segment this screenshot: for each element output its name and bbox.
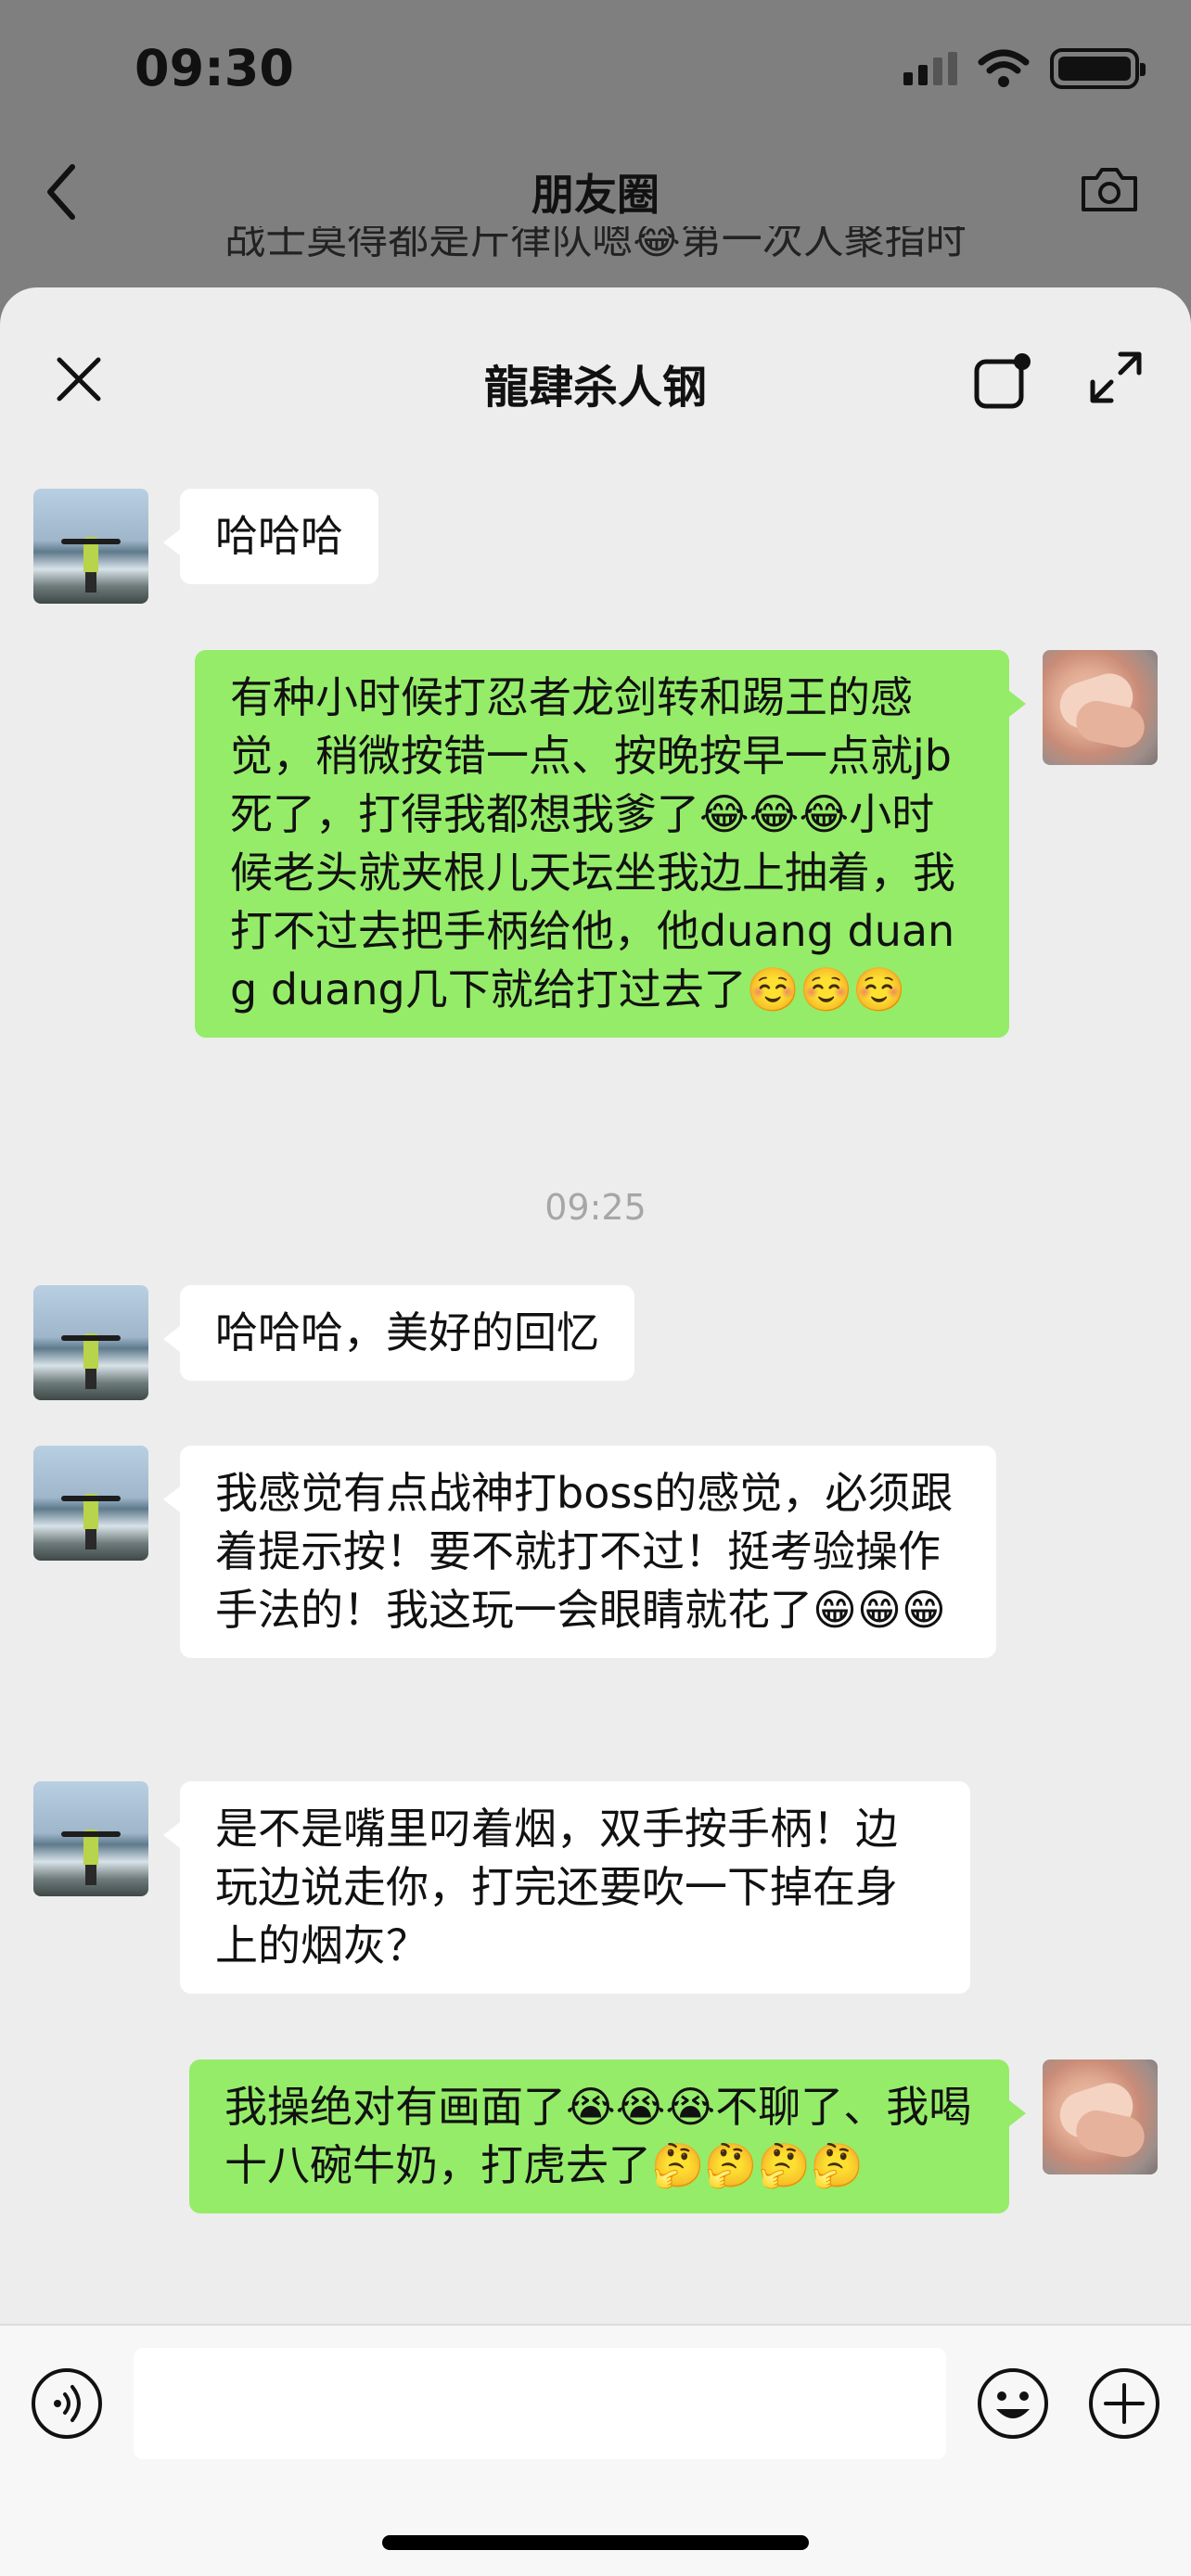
chat-sheet: 龍肆杀人钢 [0, 287, 1191, 2576]
message-bubble-incoming[interactable]: 哈哈哈，美好的回忆 [163, 1285, 634, 1381]
message-bubble-incoming[interactable]: 是不是嘴里叼着烟，双手按手柄！边玩边说走你，打完还要吹一下掉在身上的烟灰？ [163, 1781, 970, 1994]
voice-icon[interactable] [30, 2366, 104, 2441]
message-timestamp: 09:25 [544, 1187, 647, 1228]
home-indicator [382, 2535, 809, 2550]
friend-avatar[interactable] [33, 1781, 148, 1896]
expand-icon[interactable] [1087, 349, 1145, 406]
my-avatar[interactable] [1043, 650, 1158, 765]
status-icons [903, 48, 1146, 89]
message-bubble-outgoing[interactable]: 我操绝对有画面了😭😭😭不聊了、我喝十八碗牛奶，打虎去了🤔🤔🤔🤔 [189, 2060, 1026, 2213]
background-page: 09:30 朋友圈 战士莫得都是斤律队嗯😂第一次人聚指时 [0, 0, 1191, 306]
signal-icon [903, 52, 957, 85]
message-bubble-incoming[interactable]: 哈哈哈 [163, 489, 378, 584]
emoji-icon[interactable] [976, 2366, 1050, 2441]
message-bubble-outgoing[interactable]: 有种小时候打忍者龙剑转和踢王的感觉，稍微按错一点、按晚按早一点就jb死了，打得我… [195, 650, 1026, 1038]
message-bubble-incoming[interactable]: 我感觉有点战神打boss的感觉，必须跟着提示按！要不就打不过！挺考验操作手法的！… [163, 1446, 996, 1658]
friend-avatar[interactable] [33, 489, 148, 604]
my-avatar[interactable] [1043, 2060, 1158, 2174]
camera-icon[interactable] [1080, 165, 1139, 213]
background-peek-text: 战士莫得都是斤律队嗯😂第一次人聚指时 [224, 226, 967, 263]
friend-avatar[interactable] [33, 1446, 148, 1561]
message-input[interactable] [134, 2348, 946, 2459]
background-page-title: 朋友圈 [531, 170, 660, 220]
friend-avatar[interactable] [33, 1285, 148, 1400]
plus-icon[interactable] [1087, 2366, 1161, 2441]
wifi-icon [978, 49, 1030, 87]
share-icon[interactable] [972, 349, 1035, 412]
status-time: 09:30 [134, 39, 294, 97]
battery-icon [1050, 48, 1146, 89]
